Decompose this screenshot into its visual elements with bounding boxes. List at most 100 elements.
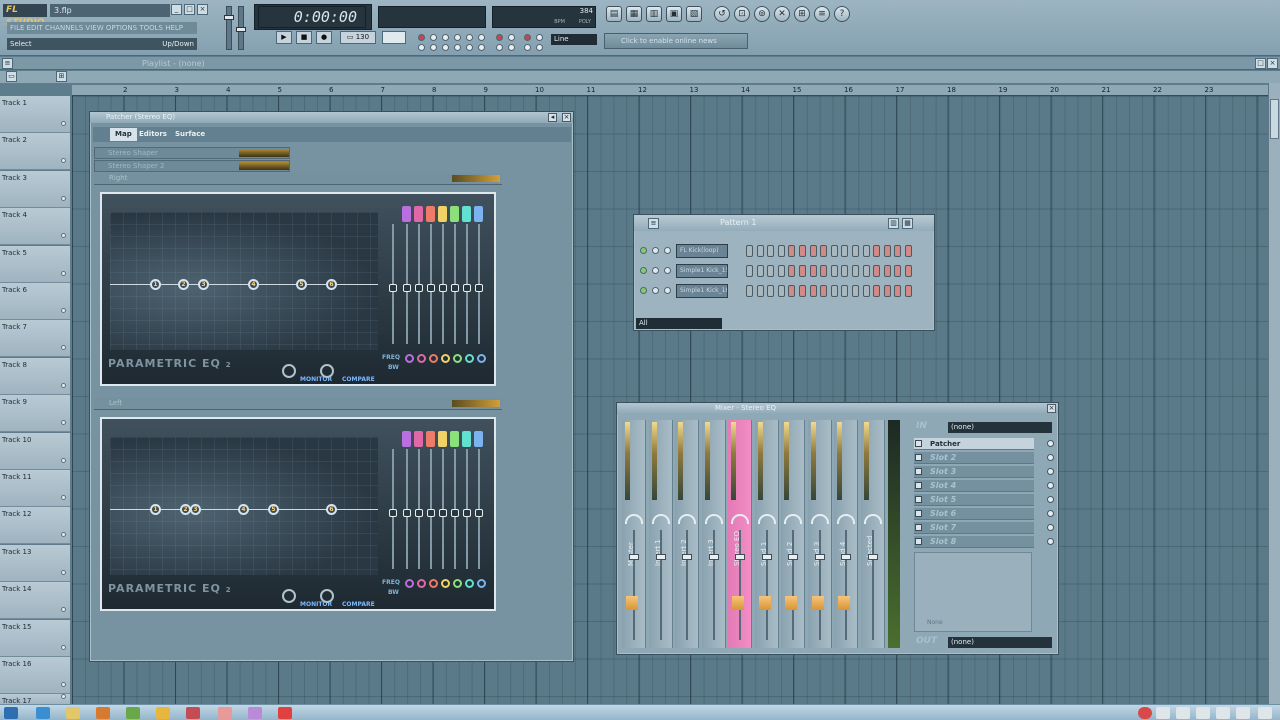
playlist-window-icon[interactable]: ▤ (606, 6, 622, 22)
tab-surface[interactable]: Surface (170, 128, 210, 141)
mixer-track-strip[interactable]: Insert 1 (648, 420, 673, 648)
fx-slot[interactable]: Slot 4 (914, 480, 1054, 492)
mixer-output-select[interactable]: (none) (948, 637, 1052, 648)
track-header[interactable]: Track 6 (0, 283, 70, 320)
step-button[interactable] (852, 265, 859, 277)
track-mute-dot[interactable] (61, 644, 66, 650)
band-level-fader[interactable] (463, 449, 471, 569)
step-button[interactable] (894, 265, 902, 277)
slot-enable-checkbox[interactable] (915, 468, 922, 475)
step-button[interactable] (841, 245, 849, 257)
eq-band-node[interactable]: 2 (178, 279, 189, 290)
track-header[interactable]: Track 13 (0, 544, 70, 582)
freq-knob[interactable] (417, 579, 426, 588)
option-dot[interactable] (430, 44, 437, 51)
fx-slot[interactable]: Slot 2 (914, 452, 1054, 464)
track-mute-dot[interactable] (61, 682, 66, 687)
channel-mute-dot[interactable] (640, 267, 647, 274)
tab-map[interactable]: Map (110, 128, 137, 141)
playlist-scrollbar[interactable] (1268, 83, 1280, 704)
mixer-close-icon[interactable]: × (1047, 404, 1056, 413)
step-button[interactable] (756, 265, 764, 277)
step-button[interactable] (894, 285, 902, 297)
freq-knob[interactable] (441, 579, 450, 588)
step-button[interactable] (841, 265, 849, 277)
app-icon[interactable] (248, 707, 262, 719)
eq-section-right[interactable]: Right (94, 173, 502, 185)
track-mute-dot[interactable] (61, 607, 66, 613)
eq-curve-graph[interactable]: 1 2 3 4 5 6 (110, 212, 378, 350)
step-button[interactable] (862, 265, 870, 277)
tray-icon[interactable] (1196, 707, 1210, 719)
step-button[interactable] (788, 245, 796, 257)
track-header[interactable]: Track 7 (0, 320, 70, 358)
option-dot[interactable] (430, 34, 437, 41)
app-icon[interactable] (218, 707, 232, 719)
step-button[interactable] (756, 285, 764, 297)
fx-slot[interactable]: Slot 8 (914, 536, 1054, 548)
slot-enable-checkbox[interactable] (915, 538, 922, 545)
channel-knob[interactable] (664, 267, 671, 274)
band-level-fader[interactable] (439, 224, 447, 344)
option-dot[interactable] (442, 34, 449, 41)
eq-band-node[interactable]: 3 (190, 504, 201, 515)
step-button[interactable] (777, 245, 785, 257)
band-level-fader[interactable] (475, 224, 483, 344)
freq-knob[interactable] (429, 579, 438, 588)
tray-icon[interactable] (1236, 707, 1250, 719)
track-header[interactable]: Track 4 (0, 208, 70, 246)
slot-enable-checkbox[interactable] (915, 482, 922, 489)
mixer-track-strip[interactable]: Stereo EQ (728, 420, 752, 648)
volume-fader[interactable] (708, 530, 719, 640)
fader-handle[interactable] (629, 554, 639, 560)
compare-label[interactable]: COMPARE (342, 376, 375, 383)
monitor-knob[interactable] (320, 364, 334, 378)
freq-knob[interactable] (453, 354, 462, 363)
step-button[interactable] (862, 245, 870, 257)
channel-mute-dot[interactable] (640, 247, 647, 254)
tray-icon[interactable] (1216, 707, 1230, 719)
undo-icon[interactable]: ↺ (714, 6, 730, 22)
fx-slot[interactable]: Slot 3 (914, 466, 1054, 478)
eq-band-node[interactable]: 4 (238, 504, 249, 515)
pan-knob[interactable] (757, 514, 776, 524)
track-mute-dot[interactable] (61, 121, 66, 126)
option-dot[interactable] (478, 44, 485, 51)
slot-enable-checkbox[interactable] (915, 496, 922, 503)
band-level-fader[interactable] (427, 224, 435, 344)
hq-toggle[interactable] (282, 589, 296, 603)
chrome-icon[interactable] (126, 707, 140, 719)
record-option-dot[interactable] (418, 34, 425, 41)
pan-knob[interactable] (810, 514, 829, 524)
track-mute-dot[interactable] (61, 195, 66, 201)
band-level-fader[interactable] (475, 449, 483, 569)
track-mute-dot[interactable] (61, 270, 66, 276)
pan-knob[interactable] (678, 514, 696, 524)
step-button[interactable] (820, 285, 828, 297)
band-level-fader[interactable] (403, 449, 411, 569)
step-button[interactable] (756, 245, 764, 257)
patcher-close-icon[interactable]: × (562, 113, 571, 122)
fx-slot[interactable]: Patcher (914, 438, 1054, 450)
piano-view-icon[interactable]: ▥ (888, 218, 899, 229)
main-menu[interactable]: FILE EDIT CHANNELS VIEW OPTIONS TOOLS HE… (7, 22, 197, 34)
eq-band-node[interactable]: 5 (296, 279, 307, 290)
minimize-icon[interactable]: _ (171, 4, 182, 15)
eq-band-node[interactable]: 1 (150, 504, 161, 515)
piano-roll-icon[interactable]: ▥ (646, 6, 662, 22)
step-button[interactable] (873, 245, 881, 257)
tempo-tap-button[interactable]: ▭ 130 (340, 31, 376, 44)
step-button[interactable] (830, 245, 838, 257)
track-mute-dot[interactable] (61, 495, 66, 500)
volume-fader[interactable] (682, 530, 692, 640)
playlist-menu-icon[interactable]: ≡ (2, 58, 13, 69)
slot-enable-checkbox[interactable] (915, 454, 922, 461)
step-button[interactable] (852, 245, 859, 257)
timeline-ruler[interactable]: 2 3 4 5 6 7 8 9 10 11 12 13 14 15 16 17 18 19 20 21 22 23 (72, 85, 1268, 96)
plugin-row[interactable]: Stereo Shaper 2 (94, 160, 290, 172)
settings-icon[interactable]: ≡ (814, 6, 830, 22)
step-button[interactable] (777, 265, 785, 277)
step-button[interactable] (788, 285, 796, 297)
master-volume-slider[interactable] (224, 6, 234, 50)
step-button[interactable] (905, 285, 912, 297)
